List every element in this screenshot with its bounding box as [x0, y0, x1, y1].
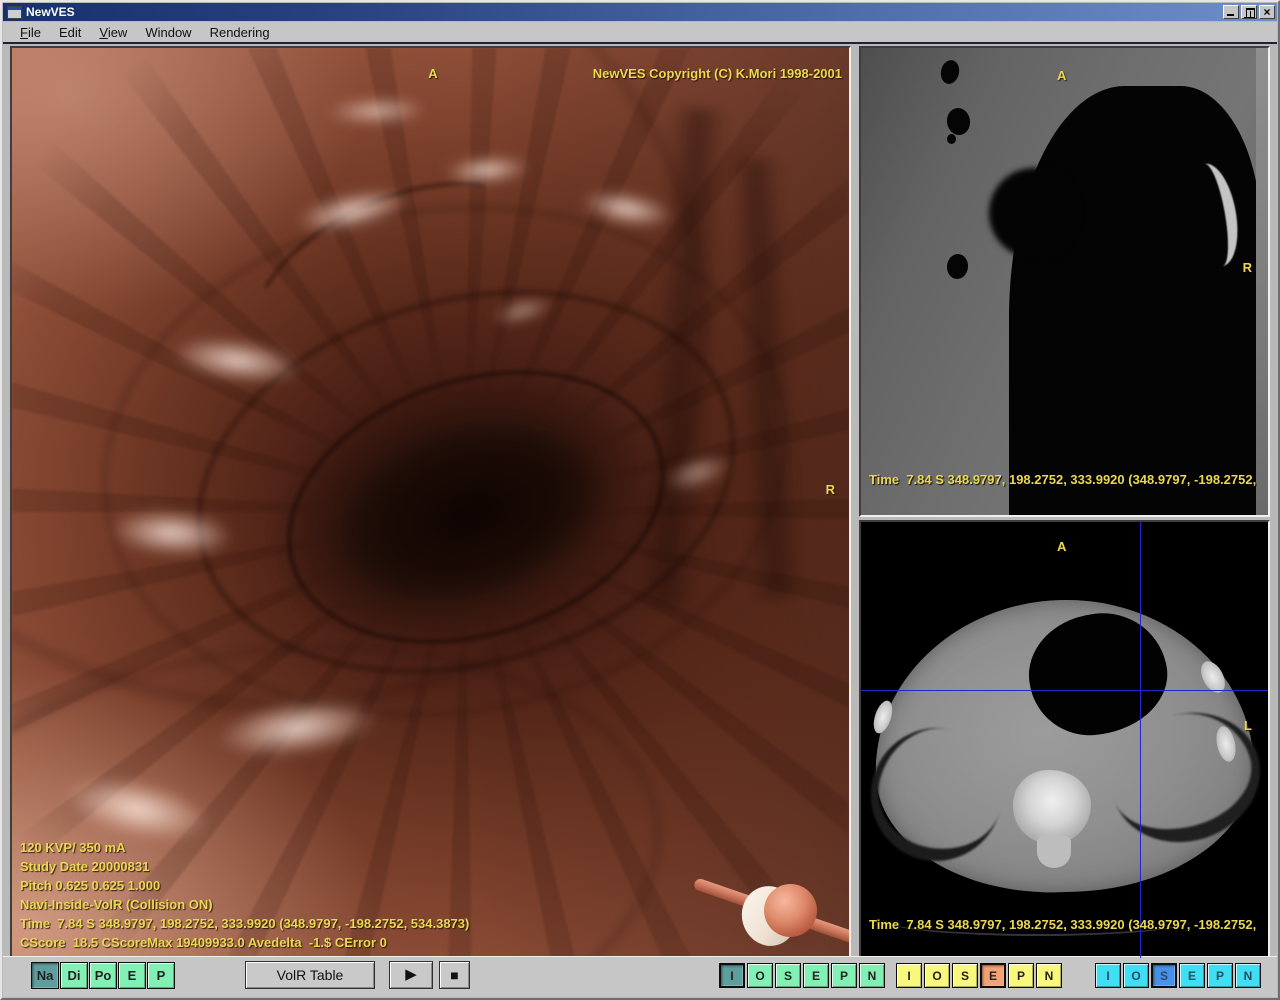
orientation-label-right: R: [1243, 260, 1252, 275]
orientation-label-left: L: [1244, 718, 1252, 733]
yellow-button-s[interactable]: S: [952, 963, 978, 988]
marker-sphere: [764, 884, 817, 937]
stat-cscore: CScore 18.5 CScoreMax 19409933.0 Avedelt…: [20, 933, 469, 952]
orientation-label-anterior: A: [1057, 68, 1066, 83]
stat-study-date: Study Date 20000831: [20, 857, 469, 876]
copyright-text: NewVES Copyright (C) K.Mori 1998-2001: [593, 66, 842, 81]
green-button-n[interactable]: N: [859, 963, 885, 988]
axial-status-line: Time 7.84 S 348.9797, 198.2752, 333.9920…: [869, 917, 1258, 932]
mode-button-di[interactable]: Di: [60, 962, 88, 989]
restore-button[interactable]: [1241, 5, 1257, 19]
menu-view[interactable]: View: [90, 23, 136, 42]
display-group-yellow: I O S E P N: [896, 963, 1062, 988]
yellow-button-o[interactable]: O: [924, 963, 950, 988]
window-controls: ×: [1223, 5, 1275, 19]
crosshair-horizontal[interactable]: [861, 690, 1268, 691]
stat-navi-mode: Navi-Inside-VolR (Collision ON): [20, 895, 469, 914]
yellow-button-e[interactable]: E: [980, 963, 1006, 988]
cyan-button-n[interactable]: N: [1235, 963, 1261, 988]
menu-window[interactable]: Window: [136, 23, 200, 42]
cyan-button-o[interactable]: O: [1123, 963, 1149, 988]
stat-pitch: Pitch 0.625 0.625 1.000: [20, 876, 469, 895]
menu-rendering[interactable]: Rendering: [201, 23, 279, 42]
play-button[interactable]: ▶: [389, 961, 433, 989]
toolbar: Na Di Po E P VolR Table ▶ ■ I O S E P N …: [3, 956, 1277, 997]
yellow-button-i[interactable]: I: [896, 963, 922, 988]
yellow-button-n[interactable]: N: [1036, 963, 1062, 988]
stat-time-position: Time 7.84 S 348.9797, 198.2752, 333.9920…: [20, 914, 469, 933]
titlebar[interactable]: NewVES ×: [3, 3, 1277, 21]
close-icon: ×: [1260, 6, 1274, 18]
orientation-label-anterior: A: [421, 66, 445, 81]
orientation-label-anterior: A: [1057, 539, 1066, 554]
mode-button-p[interactable]: P: [147, 962, 175, 989]
endoscopy-panel[interactable]: A NewVES Copyright (C) K.Mori 1998-2001 …: [10, 46, 851, 960]
scan-stats-overlay: 120 KVP/ 350 mA Study Date 20000831 Pitc…: [20, 838, 469, 952]
orientation-label-right: R: [826, 482, 835, 497]
green-button-p[interactable]: P: [831, 963, 857, 988]
axial-ct-panel[interactable]: A L Time 7.84 S 348.9797, 198.2752, 333.…: [859, 520, 1270, 960]
green-button-e[interactable]: E: [803, 963, 829, 988]
navigation-mode-group: Na Di Po E P: [31, 962, 175, 989]
app-window: NewVES × File Edit View Window Rendering: [0, 0, 1280, 1000]
navigation-marker-icon: [690, 848, 849, 952]
close-button[interactable]: ×: [1259, 5, 1275, 19]
stat-kvp: 120 KVP/ 350 mA: [20, 838, 469, 857]
minimize-button[interactable]: [1223, 5, 1239, 19]
sagittal-ct-panel[interactable]: A R Time 7.84 S 348.9797, 198.2752, 333.…: [859, 46, 1270, 517]
menubar: File Edit View Window Rendering: [3, 22, 1277, 44]
stop-icon: ■: [450, 967, 458, 983]
sagittal-status-line: Time 7.84 S 348.9797, 198.2752, 333.9920…: [869, 472, 1258, 487]
green-button-o[interactable]: O: [747, 963, 773, 988]
menu-edit[interactable]: Edit: [50, 23, 90, 42]
crosshair-vertical[interactable]: [1140, 522, 1141, 958]
app-icon: [7, 6, 22, 19]
mode-button-po[interactable]: Po: [89, 962, 117, 989]
display-group-green: I O S E P N: [719, 963, 885, 988]
cyan-button-i[interactable]: I: [1095, 963, 1121, 988]
minimize-icon: [1227, 14, 1234, 16]
play-icon: ▶: [405, 966, 417, 983]
cyan-button-p[interactable]: P: [1207, 963, 1233, 988]
stop-button[interactable]: ■: [439, 961, 470, 989]
green-button-i[interactable]: I: [719, 963, 745, 988]
yellow-button-p[interactable]: P: [1008, 963, 1034, 988]
cyan-button-s[interactable]: S: [1151, 963, 1177, 988]
mode-button-na[interactable]: Na: [31, 962, 59, 989]
window-title: NewVES: [26, 5, 75, 19]
green-button-s[interactable]: S: [775, 963, 801, 988]
mode-button-e[interactable]: E: [118, 962, 146, 989]
restore-icon: [1246, 8, 1255, 18]
volr-table-button[interactable]: VolR Table: [245, 961, 375, 989]
cyan-button-e[interactable]: E: [1179, 963, 1205, 988]
endoscopy-render[interactable]: [12, 48, 849, 958]
display-group-cyan: I O S E P N: [1095, 963, 1261, 988]
menu-file[interactable]: File: [11, 23, 50, 42]
